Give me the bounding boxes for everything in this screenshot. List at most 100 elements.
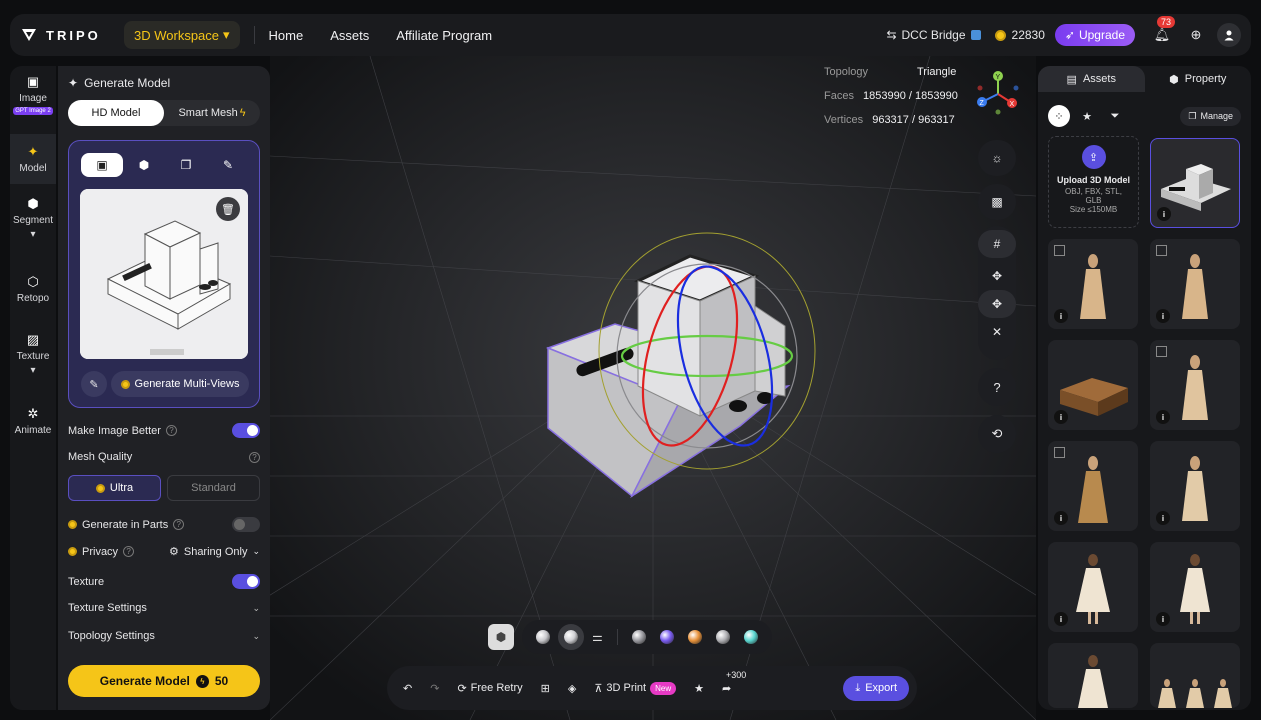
rotate-button[interactable]: ✥ [978,290,1016,318]
info-icon[interactable]: i [1054,612,1068,626]
favorites-filter[interactable]: ★ [1076,105,1098,127]
delete-image-button[interactable]: 🗑︎ [216,197,240,221]
multi-image-tab[interactable]: ❐ [165,153,207,177]
asset-thumbnail[interactable]: i [1150,239,1240,329]
texture-settings-row[interactable]: Texture Settings ⌄ [68,602,260,614]
tab-hd-model[interactable]: HD Model [68,100,164,126]
quality-standard-button[interactable]: Standard [167,475,260,501]
single-image-tab[interactable]: ▣ [81,153,123,177]
grid-snap-button[interactable]: # [978,230,1016,258]
make-better-toggle[interactable] [232,423,260,438]
tab-smart-mesh[interactable]: Smart Mesh ϟ [164,100,260,126]
asset-thumbnail[interactable]: i [1048,340,1138,430]
info-icon[interactable]: i [1156,511,1170,525]
help-icon[interactable]: ? [173,519,185,530]
workspace-dropdown[interactable]: 3D Workspace ▾ [124,21,240,49]
material-clay[interactable] [536,630,550,644]
info-icon[interactable]: i [1054,410,1068,424]
sketch-tab[interactable]: ✎ [207,153,249,177]
texture-toggle[interactable] [232,574,260,589]
material-orange[interactable] [687,630,702,644]
move-button[interactable]: ✥ [978,262,1016,290]
material-chrome[interactable] [715,630,730,644]
dcc-bridge-button[interactable]: ⇆ DCC Bridge [886,28,981,42]
favorite-button[interactable]: ★ [694,682,704,695]
redo-button[interactable]: ↷ [430,682,439,695]
rail-item-image[interactable]: ▣ Image GPT Image 2 [10,74,56,126]
asset-thumbnail[interactable]: i [1150,138,1240,228]
nav-affiliate[interactable]: Affiliate Program [396,28,492,43]
globe-icon: ⊕ [1190,27,1202,42]
quality-ultra-button[interactable]: Ultra [68,475,161,501]
language-button[interactable]: ⊕ [1183,22,1209,48]
asset-thumbnail[interactable]: i [1150,340,1240,430]
camera-button[interactable]: ▩ [978,188,1016,216]
render-mode-button[interactable]: ⬢ [488,624,514,650]
asset-thumbnail[interactable] [1048,643,1138,708]
help-icon[interactable]: ? [123,546,135,557]
asset-thumbnail[interactable]: i [1048,239,1138,329]
user-avatar[interactable] [1217,23,1241,47]
generate-parts-toggle[interactable] [232,517,260,532]
help-icon[interactable]: ? [165,425,177,436]
sliders-icon[interactable]: ⚌ [592,630,603,644]
history-button[interactable]: ⟲ [978,415,1016,453]
material-teal[interactable] [743,630,758,644]
upload-3d-model-tile[interactable]: ⇪ Upload 3D Model OBJ, FBX, STL, GLB Siz… [1048,136,1139,228]
privacy-select[interactable]: ⚙︎ Sharing Only ⌄ [169,545,260,559]
tab-assets[interactable]: ▤ Assets [1038,66,1145,92]
undo-button[interactable]: ↶ [403,682,412,695]
info-icon[interactable]: i [1157,207,1171,221]
rail-item-model[interactable]: ✦ Model [10,134,56,184]
upgrade-button[interactable]: ➶ Upgrade [1054,24,1135,46]
lighting-button[interactable]: ☼ [978,144,1016,172]
info-icon[interactable]: i [1156,309,1170,323]
nav-assets[interactable]: Assets [330,28,369,43]
credit-balance[interactable]: 22830 [994,28,1045,42]
material-default[interactable] [558,624,584,650]
info-icon[interactable]: i [1156,410,1170,424]
scale-button[interactable]: ✕ [978,318,1016,346]
rail-item-texture[interactable]: ▨ Texture ▾ [10,332,56,384]
rail-item-segment[interactable]: ⬢ Segment ▾ [10,196,56,248]
axis-orientation-icon[interactable]: Y Z X [970,68,1026,118]
material-gray[interactable] [631,630,646,644]
nav-home[interactable]: Home [269,28,304,43]
edit-image-button[interactable]: ✎ [81,371,107,397]
topology-settings-row[interactable]: Topology Settings ⌄ [68,630,260,642]
asset-thumbnail[interactable]: i [1150,542,1240,632]
undo-icon: ↶ [403,682,413,695]
help-button[interactable]: ? [978,368,1016,406]
rail-item-retopo[interactable]: ⬡ Retopo [10,274,56,314]
tab-property[interactable]: ⬢ Property [1145,66,1252,92]
export-button[interactable]: ⤓ Export [843,675,909,701]
multi-view-tab[interactable]: ⬢ [123,153,165,177]
material-purple[interactable] [659,630,674,644]
generate-model-button[interactable]: Generate Model ϟ 50 [68,665,260,697]
scale-icon: ✕ [991,325,1003,339]
asset-thumbnail[interactable]: i [1048,441,1138,531]
generate-multiviews-button[interactable]: Generate Multi-Views [111,371,249,397]
manage-button[interactable]: ❐ Manage [1180,106,1241,126]
all-assets-filter[interactable]: ⁘ [1048,105,1070,127]
asset-thumbnail[interactable]: i [1150,441,1240,531]
help-icon[interactable]: ? [249,451,260,463]
asset-thumbnail[interactable]: i [1048,542,1138,632]
share-button[interactable]: +300 ➦ [722,670,746,695]
info-icon[interactable]: i [1054,309,1068,323]
input-image-preview[interactable]: 🗑︎ [80,189,248,359]
asset-thumbnail[interactable] [1150,643,1240,708]
mesh-icon: ⬡ [27,274,39,289]
ar-view-button[interactable]: ◈ [568,682,576,695]
manage-icon: ❐ [1188,110,1197,121]
notification-button[interactable]: 🔔︎ 73 [1149,16,1176,48]
filter-button[interactable]: ⏷ [1104,105,1126,127]
info-icon[interactable]: i [1054,511,1068,525]
info-icon[interactable]: i [1156,612,1170,626]
free-retry-button[interactable]: ⟳ Free Retry [457,682,522,695]
3d-print-button[interactable]: ⊼ 3D Print New [594,681,677,695]
gift-button[interactable]: ⊞ [541,682,550,695]
tripo-logo[interactable]: TRIPO [20,26,120,44]
lightning-coin-icon: ϟ [195,674,209,688]
rail-item-animate[interactable]: ✲ Animate [10,406,56,446]
